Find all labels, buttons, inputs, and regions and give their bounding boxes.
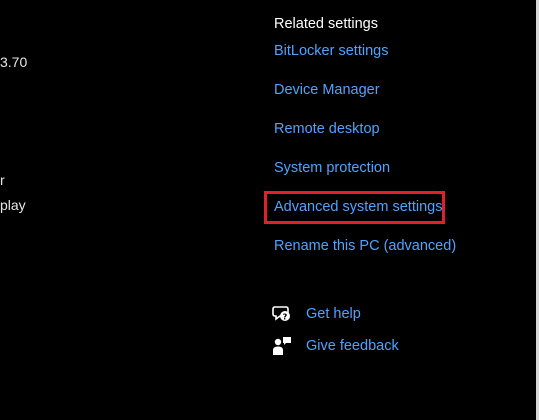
rename-pc-advanced-link[interactable]: Rename this PC (advanced) — [274, 238, 456, 254]
feedback-icon — [272, 336, 292, 356]
remote-desktop-link[interactable]: Remote desktop — [274, 121, 380, 137]
spec-text-fragment: r — [0, 172, 5, 188]
give-feedback-row[interactable]: Give feedback — [272, 336, 399, 356]
system-about-page: 3.70 r play Related settings BitLocker s… — [0, 0, 539, 420]
spec-text-fragment-display: play — [0, 197, 26, 213]
system-protection-link[interactable]: System protection — [274, 160, 390, 176]
get-help-label[interactable]: Get help — [306, 306, 361, 322]
give-feedback-label[interactable]: Give feedback — [306, 338, 399, 354]
bitlocker-settings-link[interactable]: BitLocker settings — [274, 43, 388, 59]
get-help-row[interactable]: ? Get help — [272, 304, 361, 324]
version-text-fragment: 3.70 — [0, 54, 28, 70]
svg-text:?: ? — [283, 312, 288, 321]
related-settings-heading: Related settings — [274, 16, 378, 32]
advanced-system-settings-link[interactable]: Advanced system settings — [274, 199, 442, 215]
device-manager-link[interactable]: Device Manager — [274, 82, 380, 98]
help-chat-icon: ? — [272, 304, 292, 324]
